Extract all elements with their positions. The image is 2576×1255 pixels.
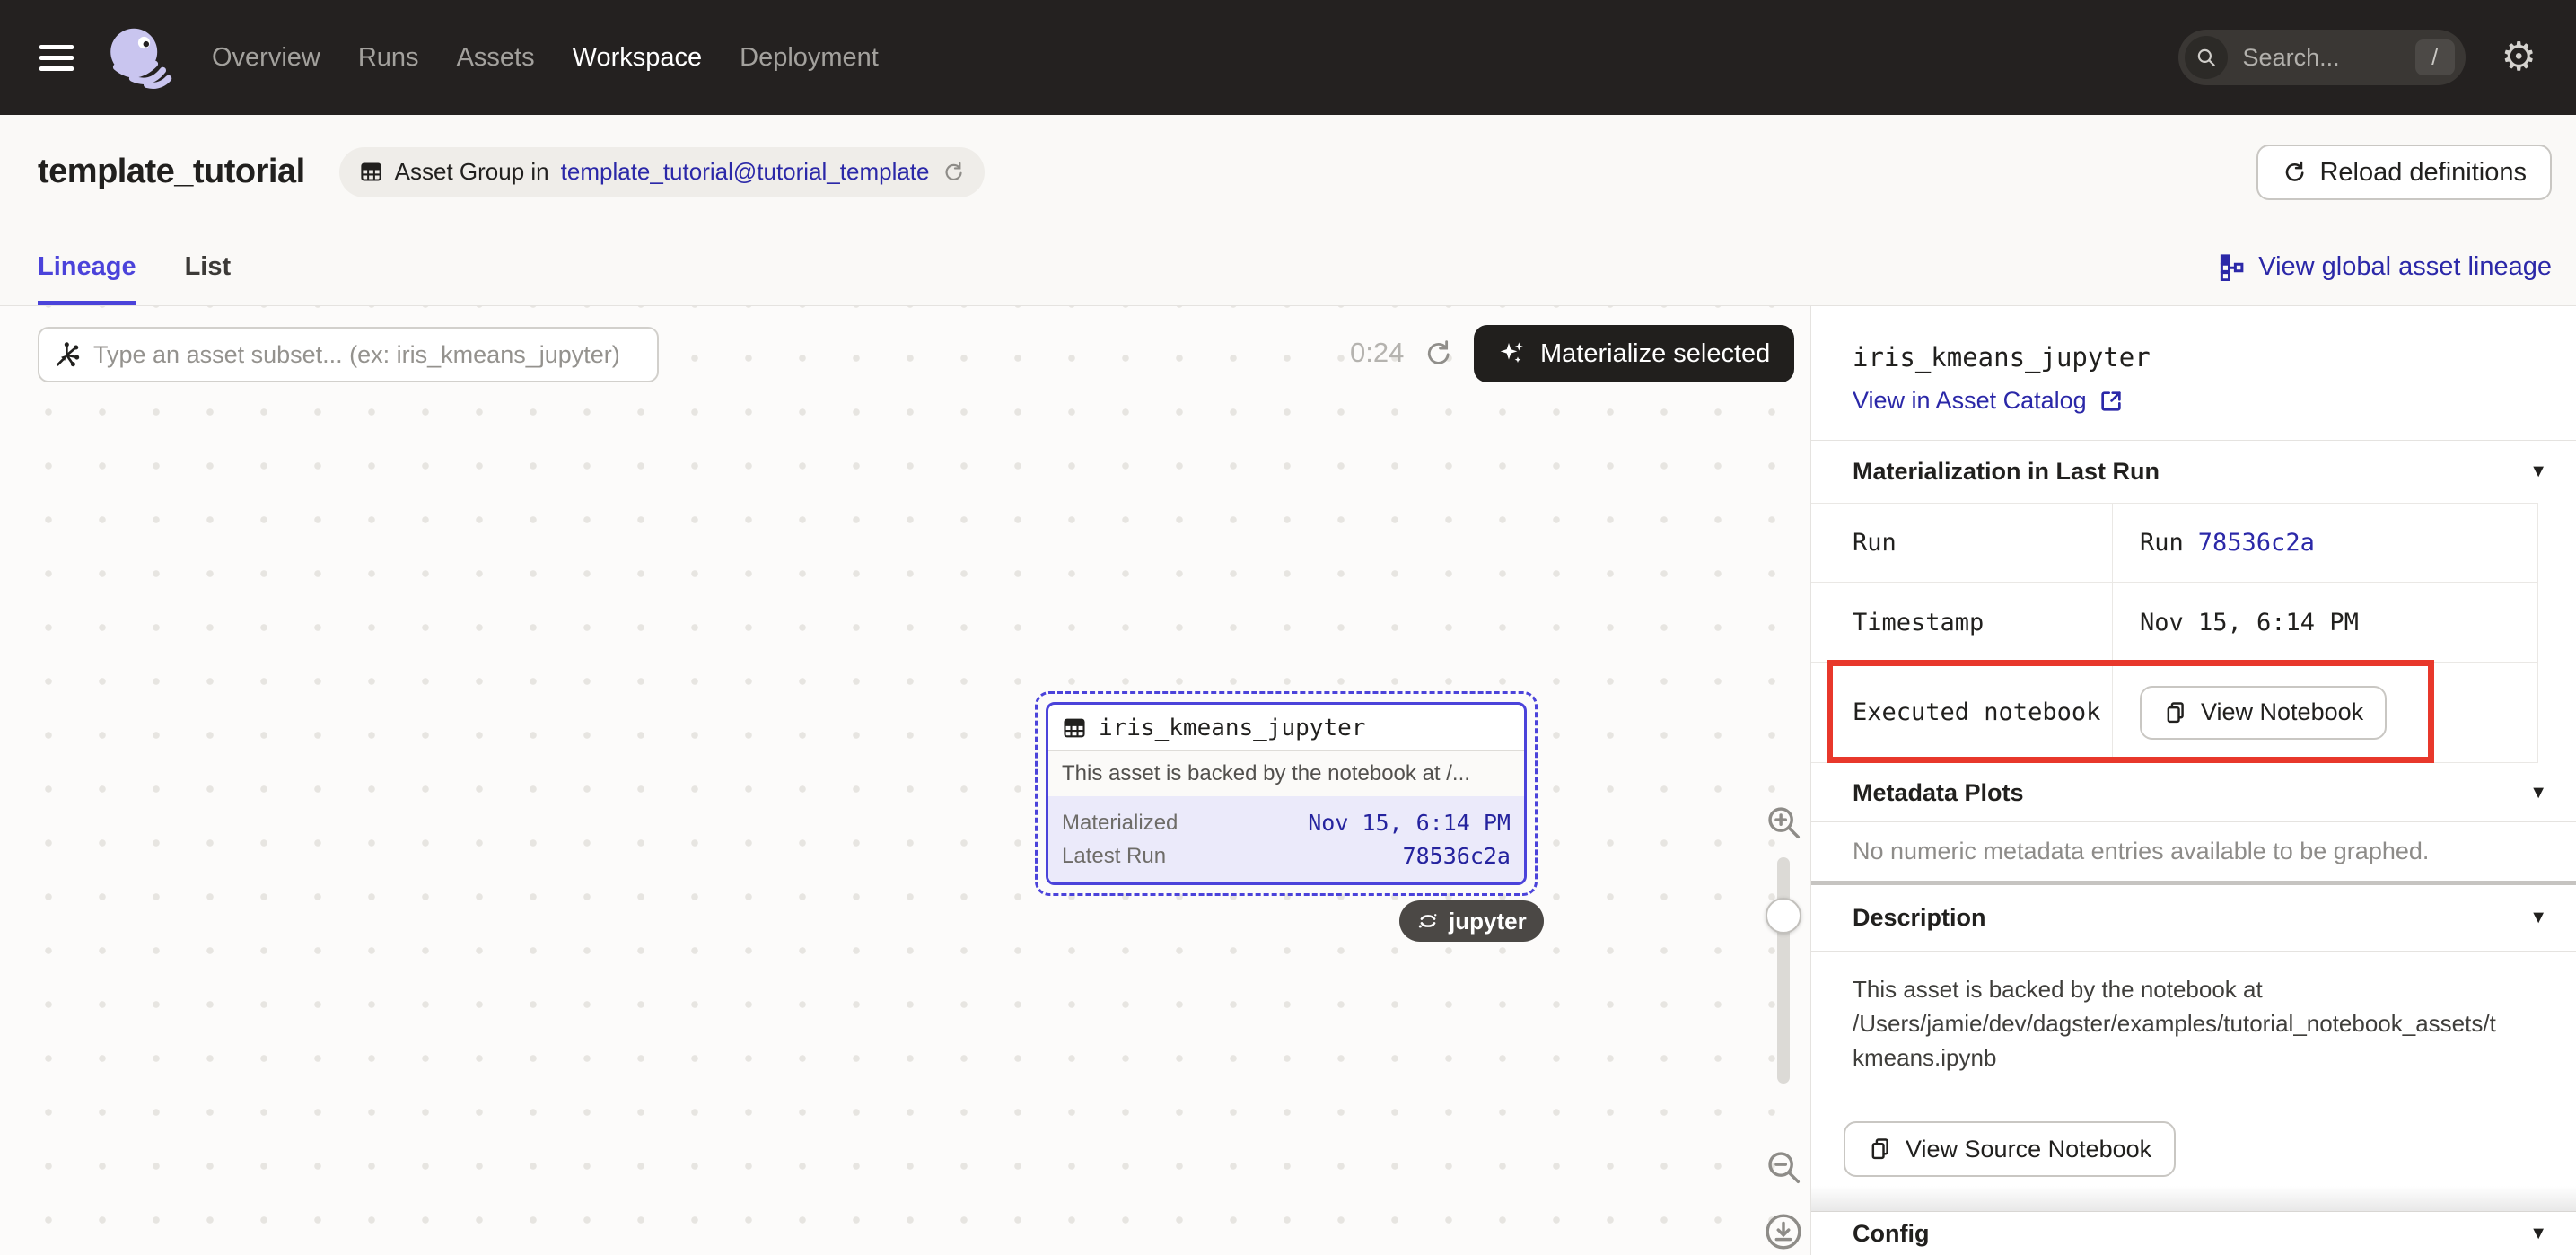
asset-group-link[interactable]: template_tutorial@tutorial_template [561,158,930,186]
asset-node-selected[interactable]: iris_kmeans_jupyter This asset is backed… [1035,691,1538,896]
timer-refresh-icon[interactable] [1423,338,1453,369]
lineage-graph-icon [2218,254,2245,281]
table-grid-icon [359,160,383,184]
main-content: 0:24 Materialize selected [0,306,2576,1255]
section-description[interactable]: Description ▼ [1811,885,2576,952]
jupyter-icon [1416,909,1440,933]
view-notebook-button[interactable]: View Notebook [2140,686,2387,740]
stat-row-latest-run: Latest Run 78536c2a [1062,843,1511,869]
download-view-icon[interactable] [1763,1211,1804,1252]
table-row-timestamp: Timestamp Nov 15, 6:14 PM [1811,582,2537,662]
run-value-prefix: Run [2140,529,2184,557]
chevron-down-icon[interactable]: ▼ [2529,1224,2547,1244]
page-header: template_tutorial Asset Group in templat… [0,115,2576,229]
table-row-run: Run Run 78536c2a [1811,503,2537,582]
sparkles-icon [1498,339,1527,368]
reload-definitions-button[interactable]: Reload definitions [2256,145,2552,200]
badge-prefix-text: Asset Group in [395,158,549,186]
nav-item-runs[interactable]: Runs [358,43,419,73]
settings-gear-icon[interactable]: ⚙ [2502,38,2537,77]
view-global-asset-lineage-link[interactable]: View global asset lineage [2218,229,2552,305]
section-config[interactable]: Config ▼ [1811,1211,2576,1255]
materialization-table: Run Run 78536c2a Timestamp Nov 15, 6:14 … [1811,503,2538,763]
top-navbar: Overview Runs Assets Workspace Deploymen… [0,0,2576,115]
external-link-icon [2098,389,2124,414]
asset-node-header: iris_kmeans_jupyter [1048,705,1524,751]
chevron-down-icon[interactable]: ▼ [2529,461,2547,482]
refresh-timer: 0:24 [1350,337,1404,369]
search-placeholder: Search... [2243,44,2415,72]
nav-item-workspace[interactable]: Workspace [573,43,703,73]
asset-node-name: iris_kmeans_jupyter [1099,715,1365,742]
chevron-down-icon[interactable]: ▼ [2529,783,2547,803]
search-input[interactable]: Search... / [2178,30,2466,85]
tab-list[interactable]: List [185,229,232,305]
asset-node-card[interactable]: iris_kmeans_jupyter This asset is backed… [1046,702,1527,885]
chevron-down-icon[interactable]: ▼ [2529,908,2547,928]
page-title: template_tutorial [38,153,305,191]
reload-icon [2282,160,2307,185]
asset-details-sidebar: iris_kmeans_jupyter View in Asset Catalo… [1810,306,2576,1255]
compute-kind-tag-jupyter[interactable]: jupyter [1399,900,1544,942]
section-materialization-last-run[interactable]: Materialization in Last Run ▼ [1811,440,2576,503]
sidebar-asset-name: iris_kmeans_jupyter [1853,342,2151,373]
stat-row-materialized: Materialized Nov 15, 6:14 PM [1062,810,1511,836]
notebook-icon [1868,1137,1893,1162]
dagster-logo[interactable] [97,19,174,96]
asset-subset-filter[interactable] [38,327,659,382]
zoom-in-icon[interactable] [1763,802,1804,843]
zoom-slider-track[interactable] [1777,857,1790,1084]
asset-subset-input[interactable] [93,341,644,369]
description-text: This asset is backed by the notebook at … [1853,972,2502,1075]
navbar-right: Search... / ⚙ [2178,0,2576,115]
zoom-out-icon[interactable] [1763,1146,1804,1188]
main-nav: Overview Runs Assets Workspace Deploymen… [212,43,879,73]
scroll-shadow [1811,1186,2576,1211]
tab-lineage[interactable]: Lineage [38,229,136,305]
zoom-slider-handle[interactable] [1766,898,1801,934]
badge-refresh-icon[interactable] [942,161,965,184]
table-row-executed-notebook: Executed notebook View Notebook [1811,662,2537,763]
menu-icon[interactable] [39,39,74,77]
search-shortcut-key: / [2415,39,2455,75]
nav-item-assets[interactable]: Assets [457,43,535,73]
tabs-row: Lineage List View global asset lineage [0,229,2576,306]
lineage-canvas[interactable]: 0:24 Materialize selected [0,306,1810,1255]
run-id-link[interactable]: 78536c2a [2198,529,2315,557]
asset-subset-icon [53,340,82,369]
search-icon [2185,36,2228,79]
notebook-icon [2163,700,2188,725]
metadata-plots-empty-message: No numeric metadata entries available to… [1853,838,2429,865]
section-metadata-plots[interactable]: Metadata Plots ▼ [1811,764,2576,822]
asset-node-description: This asset is backed by the notebook at … [1048,751,1524,796]
view-in-asset-catalog-link[interactable]: View in Asset Catalog [1853,387,2124,415]
view-source-notebook-button[interactable]: View Source Notebook [1844,1121,2176,1177]
materialize-selected-button[interactable]: Materialize selected [1474,325,1794,382]
asset-group-badge: Asset Group in template_tutorial@tutoria… [339,147,985,197]
nav-item-deployment[interactable]: Deployment [740,43,879,73]
asset-node-stats: Materialized Nov 15, 6:14 PM Latest Run … [1048,796,1524,882]
table-grid-icon [1062,715,1087,741]
nav-item-overview[interactable]: Overview [212,43,320,73]
